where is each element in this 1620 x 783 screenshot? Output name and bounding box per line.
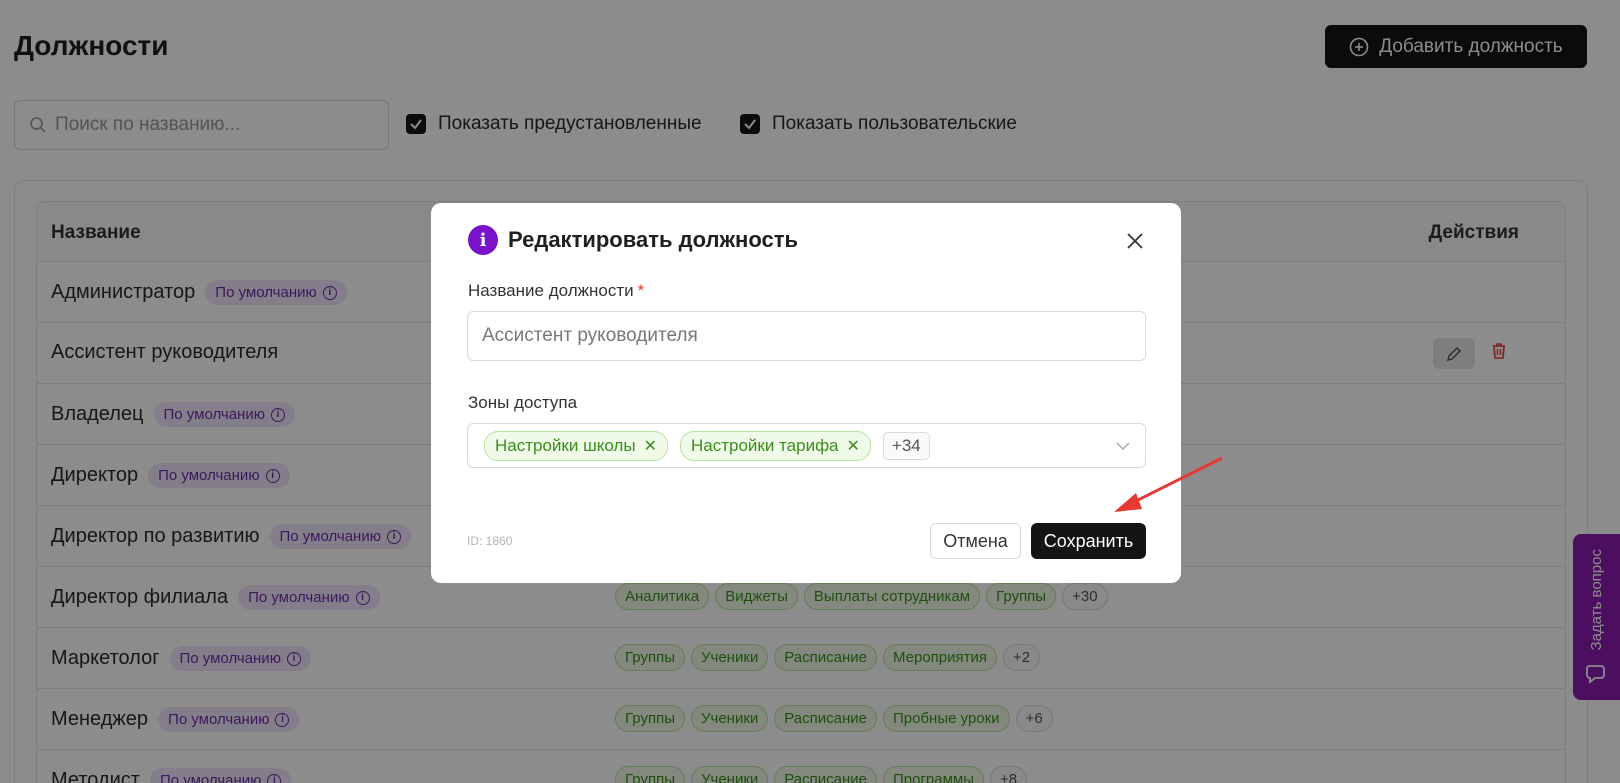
save-button[interactable]: Сохранить: [1031, 523, 1146, 559]
access-zones-select[interactable]: Настройки школы ✕ Настройки тарифа ✕ +34: [467, 423, 1146, 468]
modal-header: i Редактировать должность: [468, 225, 798, 255]
position-id: ID: 1860: [467, 534, 513, 548]
info-icon: i: [468, 225, 498, 255]
position-name-label: Название должности *: [468, 281, 645, 300]
zone-tag: Настройки школы ✕: [484, 430, 668, 461]
required-mark: *: [637, 281, 645, 300]
position-name-value: Ассистент руководителя: [482, 325, 698, 346]
close-icon[interactable]: [1125, 231, 1145, 251]
remove-tag-icon[interactable]: ✕: [847, 436, 860, 456]
edit-position-modal: i Редактировать должность Название должн…: [431, 203, 1181, 583]
annotation-arrow-icon: [1114, 456, 1223, 512]
access-zones-label: Зоны доступа: [468, 393, 578, 412]
cancel-button[interactable]: Отмена: [930, 523, 1021, 559]
chevron-down-icon[interactable]: [1115, 438, 1131, 454]
modal-title: Редактировать должность: [508, 227, 799, 252]
remove-tag-icon[interactable]: ✕: [644, 436, 657, 456]
zone-more-count: +34: [882, 431, 930, 460]
position-name-input[interactable]: Ассистент руководителя: [467, 311, 1146, 361]
zone-tag: Настройки тарифа ✕: [679, 430, 871, 461]
